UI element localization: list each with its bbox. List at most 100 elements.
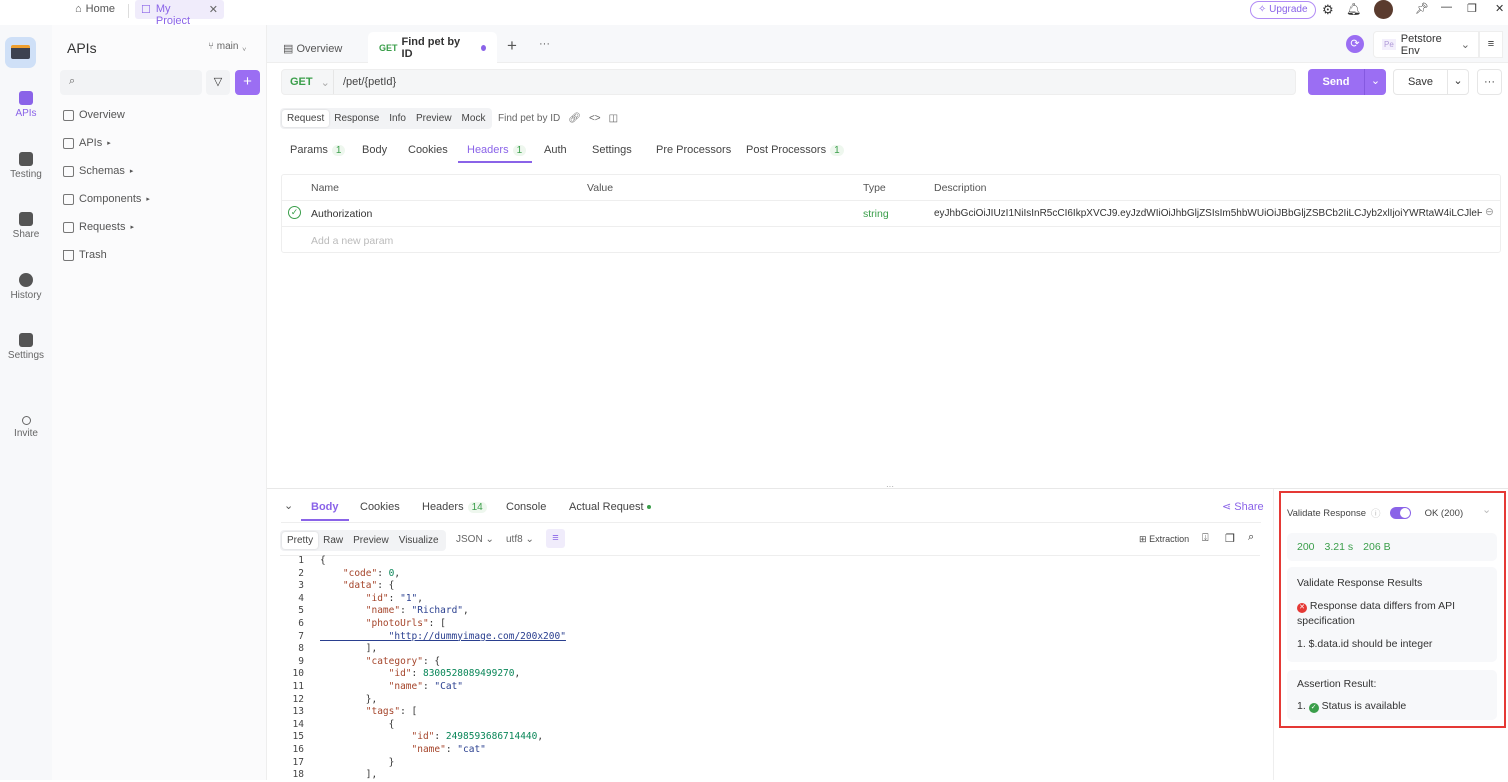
- home-tab[interactable]: ⌂ Home: [75, 3, 115, 15]
- save-button[interactable]: Save ⌄: [1393, 69, 1469, 95]
- tab-request[interactable]: Request: [282, 110, 330, 127]
- more-options-button[interactable]: ···: [1477, 69, 1502, 95]
- upgrade-button[interactable]: ✧ Upgrade: [1250, 1, 1316, 19]
- tab-settings[interactable]: Settings: [592, 144, 632, 156]
- response-status-select[interactable]: OK (200): [1425, 508, 1464, 519]
- search-icon[interactable]: ⌕: [1248, 531, 1254, 544]
- tab-response[interactable]: Response: [329, 110, 384, 127]
- header-type[interactable]: string: [863, 208, 889, 220]
- sidebar-title: APIs: [67, 40, 97, 56]
- extraction-icon: ⊞: [1139, 534, 1147, 544]
- view-pretty[interactable]: Pretty: [282, 532, 319, 549]
- response-body-code[interactable]: 1{2 "code": 0, 3 "data": {4 "id": "1", 5 "…: [280, 555, 1260, 782]
- response-tab-console[interactable]: Console: [506, 501, 546, 513]
- minimize-icon[interactable]: —: [1441, 1, 1452, 13]
- extraction-button[interactable]: ⊞ Extraction: [1139, 534, 1189, 545]
- new-tab-button[interactable]: +: [507, 36, 517, 56]
- remove-icon[interactable]: ⊖: [1485, 206, 1494, 218]
- tab-find-pet-by-id[interactable]: GET Find pet by ID: [368, 32, 497, 63]
- rail-item-apis[interactable]: APIs: [0, 91, 52, 119]
- share-button[interactable]: ⋖ Share: [1222, 500, 1264, 513]
- method-select[interactable]: GET ⌄: [282, 70, 334, 94]
- filter-button[interactable]: ▽: [206, 70, 230, 95]
- tab-auth[interactable]: Auth: [544, 144, 567, 156]
- tab-info[interactable]: Info: [384, 110, 411, 127]
- rail-item-settings[interactable]: Settings: [0, 333, 52, 361]
- code-icon[interactable]: <>: [589, 113, 601, 124]
- avatar[interactable]: [1374, 0, 1393, 19]
- link-icon[interactable]: 🔗︎: [568, 113, 581, 124]
- project-tab[interactable]: ☐ My Project ✕: [135, 0, 224, 27]
- maximize-icon[interactable]: ❐: [1467, 2, 1477, 15]
- tab-pre-processors[interactable]: Pre Processors: [656, 144, 731, 156]
- json-punct: ],: [320, 769, 378, 781]
- save-options-icon[interactable]: ⌄: [1447, 70, 1468, 94]
- bell-icon[interactable]: 🔔︎: [1346, 2, 1361, 16]
- more-tabs-icon[interactable]: ···: [539, 38, 550, 50]
- header-name[interactable]: Authorization: [311, 208, 372, 220]
- encoding-select[interactable]: utf8 ⌄: [506, 534, 534, 545]
- view-visualize[interactable]: Visualize: [394, 532, 444, 549]
- sidebar-item-overview[interactable]: Overview: [63, 109, 125, 121]
- expand-arrow-icon[interactable]: ▸: [130, 223, 134, 231]
- expand-arrow-icon[interactable]: ▸: [130, 167, 134, 175]
- tab-preview[interactable]: Preview: [411, 110, 457, 127]
- environment-selector[interactable]: Pe Petstore Env ⌄: [1373, 31, 1479, 58]
- hamburger-icon: ≡: [1487, 38, 1495, 50]
- tab-post-processors[interactable]: Post Processors 1: [746, 144, 844, 156]
- sync-icon[interactable]: ⟳: [1346, 35, 1364, 53]
- json-punct: : [: [428, 617, 446, 629]
- rail-item-invite[interactable]: Invite: [0, 416, 52, 439]
- branch-selector[interactable]: ⑂ main ⌄: [208, 41, 247, 52]
- sidebar-item-apis[interactable]: APIs ▸: [63, 137, 111, 149]
- rail-item-share[interactable]: Share: [0, 212, 52, 240]
- close-icon[interactable]: ✕: [209, 3, 218, 16]
- menu-button[interactable]: ≡: [1479, 31, 1503, 58]
- response-stats: 200 3.21 s 206 B: [1287, 533, 1497, 561]
- rail-item-testing[interactable]: Testing: [0, 152, 52, 180]
- tab-cookies[interactable]: Cookies: [408, 144, 448, 156]
- view-preview[interactable]: Preview: [348, 532, 394, 549]
- tab-mock[interactable]: Mock: [457, 110, 491, 127]
- expand-arrow-icon[interactable]: ▸: [146, 195, 150, 203]
- tab-overview[interactable]: ▤ Overview: [283, 42, 342, 55]
- response-tab-headers[interactable]: Headers 14: [422, 501, 487, 513]
- panel-icon[interactable]: ◫: [609, 113, 618, 124]
- help-icon[interactable]: ⓘ: [1371, 506, 1381, 520]
- wrap-lines-icon[interactable]: ≡: [546, 529, 565, 548]
- copy-icon[interactable]: ❐: [1225, 532, 1235, 545]
- tab-headers[interactable]: Headers 1: [458, 144, 532, 163]
- sidebar-search-input[interactable]: ⌕: [60, 70, 202, 95]
- validate-toggle[interactable]: [1389, 507, 1411, 519]
- format-select[interactable]: JSON ⌄: [456, 534, 494, 545]
- add-button[interactable]: +: [235, 70, 260, 95]
- response-tab-cookies[interactable]: Cookies: [360, 501, 400, 513]
- response-tab-body[interactable]: Body: [301, 501, 349, 521]
- sidebar-item-trash[interactable]: Trash: [63, 249, 107, 261]
- enabled-checkbox[interactable]: ✓: [288, 206, 301, 219]
- pin-icon[interactable]: 📌︎: [1415, 2, 1429, 15]
- sidebar-item-components[interactable]: Components ▸: [63, 193, 150, 205]
- url-input[interactable]: /pet/{petId}: [343, 76, 396, 88]
- sidebar-item-requests[interactable]: Requests ▸: [63, 221, 134, 233]
- send-options-icon[interactable]: ⌄: [1364, 69, 1386, 95]
- code-line: 3 "data": {: [280, 580, 1260, 593]
- expand-arrow-icon[interactable]: ▸: [107, 139, 111, 147]
- gear-icon[interactable]: ⚙: [1322, 2, 1334, 18]
- chevron-down-icon[interactable]: ⌄: [1482, 503, 1491, 516]
- header-description[interactable]: eyJhbGciOiJIUzI1NiIsInR5cCI6IkpXVCJ9.eyJ…: [934, 208, 1482, 219]
- rail-item-history[interactable]: History: [0, 273, 52, 301]
- send-button[interactable]: Send ⌄: [1308, 69, 1386, 95]
- add-param-input[interactable]: Add a new param: [311, 235, 393, 247]
- download-icon[interactable]: ⍗: [1202, 532, 1209, 545]
- response-tab-actual-request[interactable]: Actual Request: [569, 501, 651, 513]
- close-window-icon[interactable]: ✕: [1495, 2, 1504, 15]
- code-text: ],: [320, 643, 377, 656]
- sidebar-item-schemas[interactable]: Schemas ▸: [63, 165, 133, 177]
- view-raw[interactable]: Raw: [318, 532, 348, 549]
- collapse-chevron-icon[interactable]: ⌄: [284, 499, 293, 512]
- drag-handle-icon[interactable]: ···: [886, 482, 894, 491]
- settings-icon: [19, 333, 33, 347]
- tab-body[interactable]: Body: [362, 144, 387, 156]
- tab-params[interactable]: Params 1: [290, 144, 346, 156]
